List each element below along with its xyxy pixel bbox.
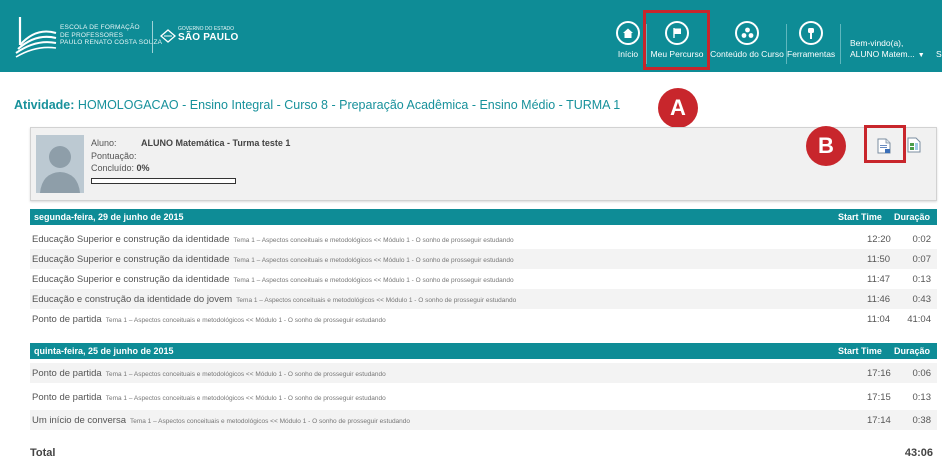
table-row[interactable]: Educação e construção da identidade do j… xyxy=(30,289,937,309)
concluido-label: Concluído: xyxy=(91,163,135,173)
export-spreadsheet-icon[interactable] xyxy=(907,137,921,153)
concluido-value: 0% xyxy=(136,163,150,173)
table-row[interactable]: Educação Superior e construção da identi… xyxy=(30,249,937,269)
row-duration: 0:13 xyxy=(912,392,932,403)
total-row: Total 43:06 xyxy=(30,447,937,459)
student-info: Aluno: ALUNO Matemática - Turma teste 1 P… xyxy=(91,137,290,184)
logo-divider xyxy=(152,21,153,53)
row-title: Educação Superior e construção da identi… xyxy=(32,274,230,285)
tools-icon xyxy=(799,21,823,45)
row-start-time: 17:14 xyxy=(867,415,891,426)
row-subtitle: Tema 1 – Aspectos conceituais e metodoló… xyxy=(105,395,386,402)
avatar xyxy=(36,135,84,193)
table-row[interactable]: Educação Superior e construção da identi… xyxy=(30,229,937,249)
group-date: quinta-feira, 25 de junho de 2015 xyxy=(34,346,174,356)
total-label: Total xyxy=(30,447,56,459)
school-name: ESCOLA DE FORMAÇÃO DE PROFESSORES PAULO … xyxy=(60,24,163,46)
nav-inicio[interactable]: Início xyxy=(611,10,645,66)
row-start-time: 12:20 xyxy=(867,234,891,245)
start-time-header: Start Time xyxy=(838,212,882,222)
content-icon xyxy=(735,21,759,45)
aluno-label: Aluno: xyxy=(91,138,117,148)
user-silhouette-icon xyxy=(36,135,84,193)
state-emblem-icon xyxy=(160,29,176,43)
row-title: Ponto de partida xyxy=(32,368,102,379)
duracao-header: Duração xyxy=(894,346,931,356)
nav-conteudo-do-curso[interactable]: Conteúdo do Curso xyxy=(709,10,785,66)
row-subtitle: Tema 1 – Aspectos conceituais e metodoló… xyxy=(233,237,514,244)
row-duration: 0:06 xyxy=(912,368,932,379)
logout-link[interactable]: Sa xyxy=(936,49,942,60)
row-start-time: 11:50 xyxy=(867,254,891,265)
row-subtitle: Tema 1 – Aspectos conceituais e metodoló… xyxy=(129,418,411,425)
school-logo-icon xyxy=(15,17,57,58)
nav-ferramentas[interactable]: Ferramentas xyxy=(787,10,835,66)
row-subtitle: Tema 1 – Aspectos conceituais e metodoló… xyxy=(105,371,386,378)
nav-meu-percurso[interactable]: Meu Percurso xyxy=(648,10,706,66)
row-duration: 41:04 xyxy=(907,314,931,325)
welcome-text: Bem-vindo(a), xyxy=(850,38,904,48)
group-date: segunda-feira, 29 de junho de 2015 xyxy=(34,212,184,222)
row-subtitle: Tema 1 – Aspectos conceituais e metodoló… xyxy=(236,297,517,304)
row-subtitle: Tema 1 – Aspectos conceituais e metodoló… xyxy=(105,317,386,324)
row-subtitle: Tema 1 – Aspectos conceituais e metodoló… xyxy=(233,277,514,284)
row-duration: 0:07 xyxy=(912,254,932,265)
pontuacao-label: Pontuação: xyxy=(91,150,137,161)
row-duration: 0:38 xyxy=(912,415,932,426)
row-title: Educação Superior e construção da identi… xyxy=(32,254,230,265)
row-start-time: 11:47 xyxy=(867,274,891,285)
top-header: ESCOLA DE FORMAÇÃO DE PROFESSORES PAULO … xyxy=(0,0,942,72)
user-menu[interactable]: Bem-vindo(a), ALUNO Matem...▼ Sa xyxy=(850,38,942,61)
row-title: Ponto de partida xyxy=(32,314,102,325)
total-value: 43:06 xyxy=(904,447,933,459)
user-name: ALUNO Matem... xyxy=(850,49,915,59)
table-row[interactable]: Educação Superior e construção da identi… xyxy=(30,269,937,289)
row-duration: 0:13 xyxy=(912,274,932,285)
table-row[interactable]: Ponto de partida Tema 1 – Aspectos concei… xyxy=(30,363,937,383)
chevron-down-icon: ▼ xyxy=(917,52,925,59)
row-start-time: 11:04 xyxy=(867,314,891,325)
row-duration: 0:43 xyxy=(912,294,932,305)
table-row[interactable]: Um início de conversa Tema 1 – Aspectos c… xyxy=(30,410,937,430)
activity-name: HOMOLOGACAO - Ensino Integral - Curso 8 … xyxy=(77,98,621,112)
school-logo[interactable]: ESCOLA DE FORMAÇÃO DE PROFESSORES PAULO … xyxy=(14,15,254,59)
date-group-header: quinta-feira, 25 de junho de 2015 Start … xyxy=(30,343,937,359)
row-start-time: 17:16 xyxy=(867,368,891,379)
row-start-time: 17:15 xyxy=(867,392,891,403)
table-row[interactable]: Ponto de partida Tema 1 – Aspectos concei… xyxy=(30,309,937,329)
row-title: Educação e construção da identidade do j… xyxy=(32,294,233,305)
date-group-header: segunda-feira, 29 de junho de 2015 Start… xyxy=(30,209,937,225)
row-title: Um início de conversa xyxy=(32,415,126,426)
progress-bar xyxy=(91,177,236,184)
annotation-badge-b: B xyxy=(806,126,846,166)
annotation-badge-a: A xyxy=(658,88,698,128)
table-row[interactable]: Ponto de partida Tema 1 – Aspectos concei… xyxy=(30,387,937,407)
flag-icon xyxy=(665,21,689,45)
row-title: Educação Superior e construção da identi… xyxy=(32,234,230,245)
home-icon xyxy=(616,21,640,45)
row-start-time: 11:46 xyxy=(867,294,891,305)
highlight-box-b xyxy=(864,125,906,163)
row-duration: 0:02 xyxy=(912,234,932,245)
aluno-value: ALUNO Matemática - Turma teste 1 xyxy=(141,138,291,148)
start-time-header: Start Time xyxy=(838,346,882,356)
activity-title: Atividade: HOMOLOGACAO - Ensino Integral… xyxy=(14,98,620,112)
row-title: Ponto de partida xyxy=(32,392,102,403)
duracao-header: Duração xyxy=(894,212,931,222)
state-name: SÃO PAULO xyxy=(178,32,239,43)
activity-label: Atividade: xyxy=(14,98,75,112)
row-subtitle: Tema 1 – Aspectos conceituais e metodoló… xyxy=(233,257,514,264)
student-card: Aluno: ALUNO Matemática - Turma teste 1 P… xyxy=(30,127,937,201)
